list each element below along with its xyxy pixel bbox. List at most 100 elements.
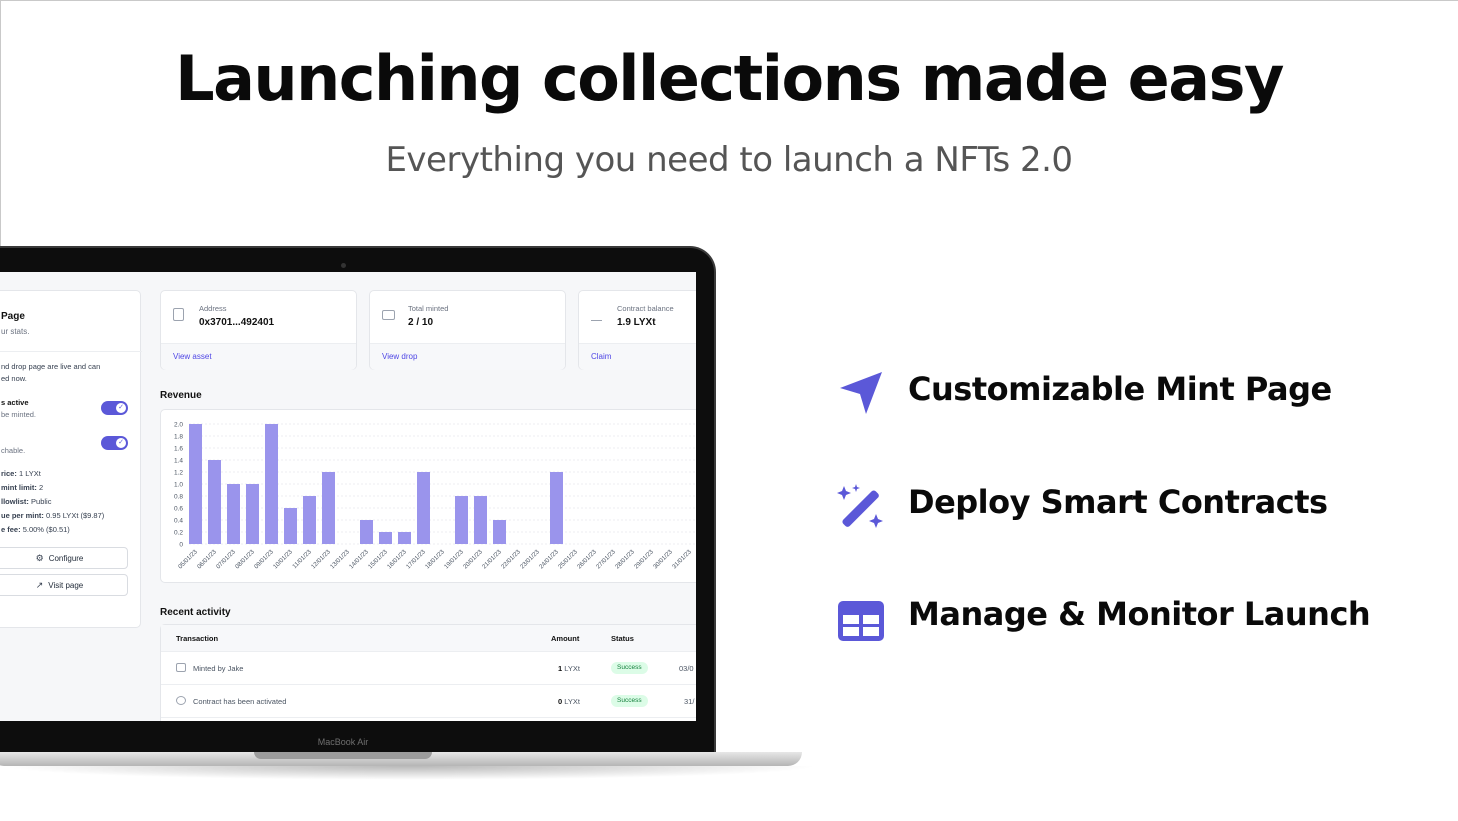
status-badge: Success — [611, 695, 648, 707]
intro-text: ed now. — [1, 374, 27, 383]
x-tick-label: 20/01/23 — [462, 548, 484, 570]
y-tick-label: 0.2 — [174, 530, 183, 537]
row-amount: 0 LYXt — [558, 697, 580, 706]
x-tick-label: 18/01/23 — [424, 548, 446, 570]
amount-unit: LYXt — [564, 664, 580, 673]
x-tick-label: 23/01/23 — [519, 548, 541, 570]
x-tick-label: 21/01/23 — [481, 548, 503, 570]
visit-page-button[interactable]: ↗ Visit page — [0, 574, 128, 596]
visit-page-label: Visit page — [48, 580, 84, 590]
chart-bar — [303, 496, 316, 544]
row-date: 31/ — [684, 697, 695, 706]
drop-page-card: Page ur stats. nd drop page are live and… — [0, 290, 142, 628]
x-tick-label: 17/01/23 — [405, 548, 427, 570]
stat-label: Contract balance — [617, 304, 674, 313]
revenue-chart-card: 2.0 1.8 1.6 1.4 1.2 1.0 0.8 0.6 0.4 0.2 0 05/01/23 0… — [160, 409, 696, 583]
feature-manage-monitor-launch: Manage & Monitor Launch — [908, 595, 1371, 633]
revenue-value: 0.95 LYXt ($9.87) — [46, 511, 105, 520]
coins-icon — [382, 310, 395, 320]
fee-key: e fee: — [1, 525, 21, 534]
stat-card-total-minted: Total minted 2 / 10 View drop — [369, 290, 566, 370]
view-drop-link[interactable]: View drop — [382, 352, 417, 361]
drop-page-title: Page — [1, 311, 25, 322]
laptop-notch — [254, 752, 432, 759]
allowlist-row: llowlist: Public — [1, 497, 51, 506]
revenue-per-mint-row: ue per mint: 0.95 LYXt ($9.87) — [1, 511, 104, 520]
row-description: Contract has been activated — [193, 697, 287, 706]
claim-link[interactable]: Claim — [591, 352, 611, 361]
active-toggle-sub: be minted. — [1, 410, 37, 419]
configure-label: Configure — [48, 553, 84, 563]
price-key: rice: — [1, 469, 17, 478]
chart-bar — [284, 508, 297, 544]
chart-bar — [189, 424, 202, 544]
divider — [0, 351, 142, 352]
x-tick-label: 07/01/23 — [215, 548, 237, 570]
fee-value: 5.00% ($0.51) — [22, 525, 70, 534]
view-asset-link[interactable]: View asset — [173, 352, 212, 361]
revenue-chart: 2.01.81.61.41.21.00.80.60.40.2005/01/230… — [174, 422, 696, 570]
chart-bar — [550, 472, 563, 544]
row-description: Minted by Jake — [193, 664, 244, 673]
laptop-shadow — [0, 766, 820, 780]
hero-title: Launching collections made easy — [175, 42, 1284, 115]
grid-table-icon — [838, 601, 884, 641]
stat-label: Total minted — [408, 304, 449, 313]
y-tick-label: 0 — [179, 542, 183, 549]
x-tick-label: 15/01/23 — [367, 548, 389, 570]
x-tick-label: 22/01/23 — [500, 548, 522, 570]
chart-bar — [398, 532, 411, 544]
navigation-arrow-icon — [840, 372, 882, 414]
chart-bar — [265, 424, 278, 544]
sliders-icon: ⚙ — [35, 552, 44, 563]
mint-limit-key: mint limit: — [1, 483, 37, 492]
x-tick-label: 09/01/23 — [253, 548, 275, 570]
stat-label: Address — [199, 304, 227, 313]
x-tick-label: 10/01/23 — [272, 548, 294, 570]
laptop-screen: Page ur stats. nd drop page are live and… — [0, 272, 696, 721]
table-row[interactable]: Minted by Jake 1 LYXt Success 03/0 — [161, 652, 696, 685]
stat-card-address: Address 0x3701...492401 View asset — [160, 290, 357, 370]
price-value: 1 LYXt — [18, 469, 41, 478]
scale-icon — [591, 308, 602, 321]
y-tick-label: 0.4 — [174, 518, 183, 525]
laptop-brand: MacBook Air — [317, 737, 369, 747]
active-toggle[interactable]: ✓ — [101, 401, 128, 415]
configure-button[interactable]: ⚙ Configure — [0, 547, 128, 569]
x-tick-label: 14/01/23 — [348, 548, 370, 570]
chart-bar — [208, 460, 221, 544]
chart-bar — [417, 472, 430, 544]
row-date: 03/0 — [679, 664, 694, 673]
chart-bar — [360, 520, 373, 544]
x-tick-label: 30/01/23 — [652, 548, 674, 570]
chart-bar — [227, 484, 240, 544]
stat-value: 0x3701...492401 — [199, 317, 275, 328]
x-tick-label: 28/01/23 — [614, 548, 636, 570]
chart-bar — [455, 496, 468, 544]
purchasable-toggle[interactable]: ✓ — [101, 436, 128, 450]
table-row[interactable]: Contract has been activated 0 LYXt Succe… — [161, 685, 696, 718]
check-icon: ✓ — [116, 438, 126, 448]
play-circle-icon — [176, 696, 186, 705]
row-amount: 1 LYXt — [558, 664, 580, 673]
chart-bar — [493, 520, 506, 544]
y-tick-label: 1.4 — [174, 458, 183, 465]
y-tick-label: 1.6 — [174, 446, 183, 453]
status-badge: Success — [611, 662, 648, 674]
magic-wand-icon — [837, 484, 883, 528]
feature-customizable-mint-page: Customizable Mint Page — [908, 370, 1332, 408]
x-tick-label: 08/01/23 — [234, 548, 256, 570]
x-tick-label: 27/01/23 — [595, 548, 617, 570]
x-tick-label: 24/01/23 — [538, 548, 560, 570]
x-tick-label: 25/01/23 — [557, 548, 579, 570]
chart-bar — [246, 484, 259, 544]
x-tick-label: 13/01/23 — [329, 548, 351, 570]
external-link-icon: ↗ — [35, 579, 44, 590]
chart-bar — [379, 532, 392, 544]
purchasable-toggle-sub: chable. — [1, 446, 26, 455]
frame-top-border — [0, 0, 1458, 1]
header-transaction: Transaction — [176, 634, 219, 643]
activity-table: Transaction Amount Status Minted by Jake… — [160, 624, 696, 721]
intro-text: nd drop page are live and can — [1, 362, 101, 371]
allowlist-value: Public — [31, 497, 52, 506]
